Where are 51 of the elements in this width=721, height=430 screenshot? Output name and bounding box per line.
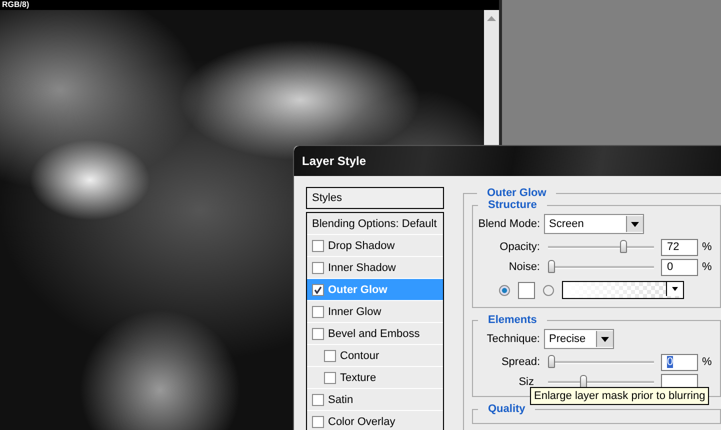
tooltip: Enlarge layer mask prior to blurring bbox=[530, 387, 710, 405]
checkbox[interactable] bbox=[312, 240, 324, 252]
unit-label: % bbox=[702, 356, 712, 368]
section-title: Structure bbox=[487, 199, 538, 211]
style-list-item[interactable]: Bevel and Emboss bbox=[307, 323, 443, 345]
style-list-item[interactable]: Inner Glow bbox=[307, 301, 443, 323]
checkbox[interactable] bbox=[312, 262, 324, 274]
color-swatch[interactable] bbox=[518, 282, 535, 298]
section-title: Quality bbox=[487, 403, 526, 415]
slider-thumb[interactable] bbox=[548, 355, 555, 368]
radio-button[interactable] bbox=[499, 284, 510, 296]
radio-button[interactable] bbox=[543, 284, 554, 296]
checkbox[interactable] bbox=[312, 328, 324, 340]
checkbox[interactable] bbox=[324, 350, 336, 362]
field-label: Spread: bbox=[500, 356, 541, 368]
field-label: Siz bbox=[518, 376, 535, 388]
style-list-item[interactable]: Drop Shadow bbox=[307, 235, 443, 257]
style-list-item[interactable]: Texture bbox=[307, 367, 443, 389]
caret-icon bbox=[631, 222, 639, 226]
style-list-item[interactable]: Color Overlay bbox=[307, 411, 443, 430]
unit-label: % bbox=[702, 241, 712, 253]
styles-header[interactable]: Styles bbox=[306, 187, 444, 209]
checkbox[interactable] bbox=[312, 284, 324, 296]
gradient-picker[interactable] bbox=[562, 281, 684, 299]
field-label: Opacity: bbox=[498, 241, 541, 253]
caret-icon bbox=[672, 287, 678, 291]
caret-icon bbox=[601, 336, 609, 342]
slider-thumb[interactable] bbox=[580, 375, 587, 388]
checkbox[interactable] bbox=[312, 416, 324, 428]
dialog-title: Layer Style bbox=[302, 154, 366, 168]
section-title: Elements bbox=[487, 314, 538, 326]
value-field[interactable]: 72 bbox=[661, 238, 698, 256]
checkbox[interactable] bbox=[312, 394, 324, 406]
slider-thumb[interactable] bbox=[620, 240, 627, 253]
section-title: Outer Glow bbox=[486, 187, 548, 199]
value-field[interactable]: 0 bbox=[661, 258, 698, 276]
style-list-item[interactable]: Blending Options: Default bbox=[307, 213, 443, 235]
dropdown[interactable]: Screen bbox=[544, 214, 644, 234]
field-label: Technique: bbox=[486, 333, 541, 345]
checkbox[interactable] bbox=[324, 372, 336, 384]
slider-thumb[interactable] bbox=[548, 260, 555, 273]
style-list-item[interactable]: Satin bbox=[307, 389, 443, 411]
style-list-item[interactable]: Contour bbox=[307, 345, 443, 367]
scroll-up-icon[interactable] bbox=[487, 16, 496, 21]
dropdown[interactable]: Precise bbox=[544, 329, 614, 349]
field-label: Blend Mode: bbox=[477, 218, 541, 230]
checkbox[interactable] bbox=[312, 306, 324, 318]
window-title: RGB/8) bbox=[1, 0, 30, 10]
unit-label: % bbox=[702, 261, 712, 273]
value-field[interactable]: 0 bbox=[661, 354, 698, 370]
field-label: Noise: bbox=[508, 261, 541, 273]
